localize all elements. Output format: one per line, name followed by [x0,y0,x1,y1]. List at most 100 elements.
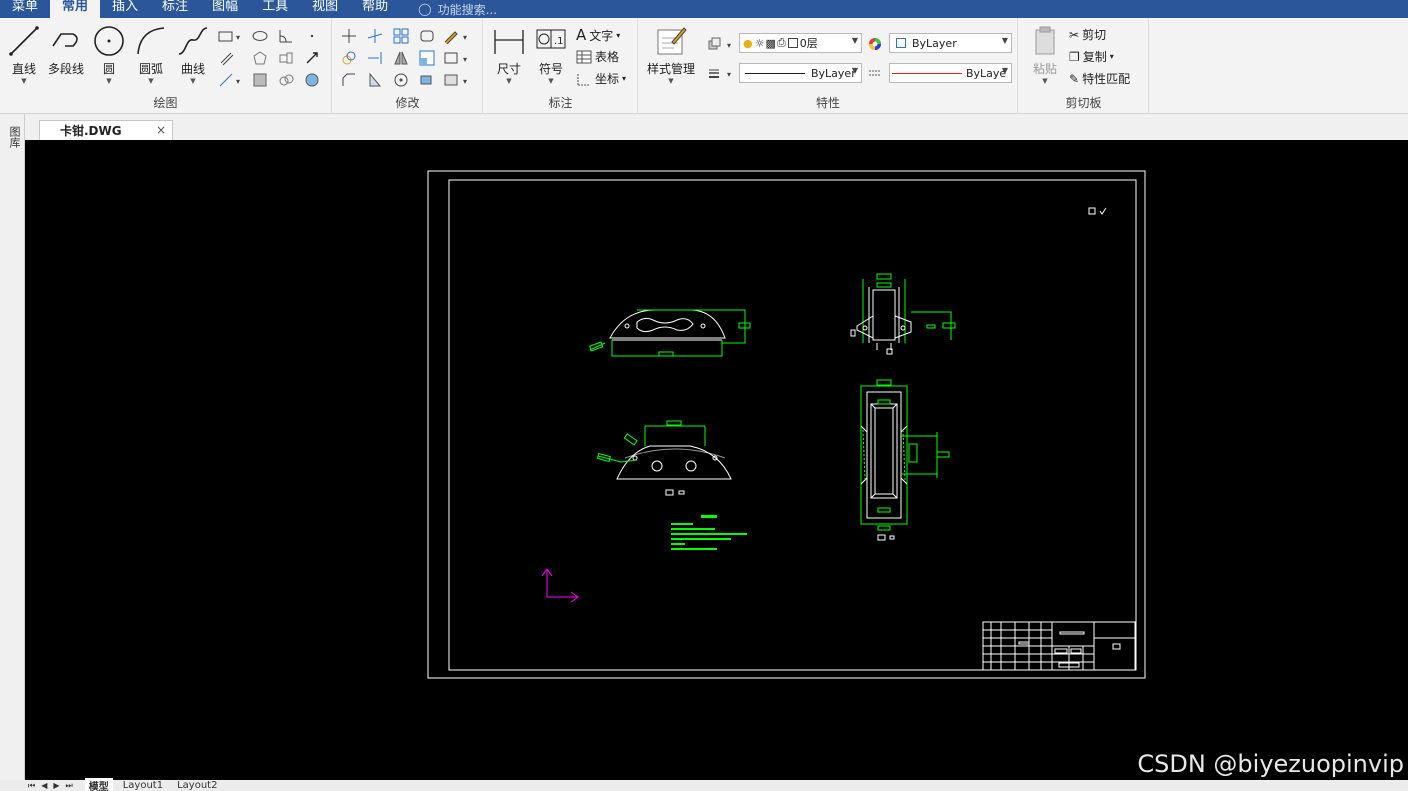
drawing-canvas[interactable]: CSDN @biyezuopinvip [25,140,1408,780]
table-tool-button[interactable]: 表格 [576,48,619,65]
color-wheel-icon[interactable] [867,36,883,52]
panel-modify: ▾ ▾ ▾ 修改 [333,18,483,114]
sheet-marker [1088,207,1107,215]
array-icon[interactable] [393,28,409,44]
angle-icon[interactable] [278,28,294,44]
table-icon [576,50,592,63]
panel-draw-title: 绘图 [153,96,178,110]
linetype-dropdown[interactable]: ByLayer ▼ [739,63,862,83]
arc-tool-button[interactable]: 圆弧 ▼ [129,24,173,85]
panel-draw: 直线 ▼ 多段线 圆 ▼ 圆弧 ▼ 曲线 ▼ ▾ ▾ 绘图 [0,18,332,114]
dimension-tool-button[interactable]: 尺寸 ▼ [487,24,531,85]
offset-icon[interactable] [419,50,435,66]
layout-nav-buttons[interactable]: ⏮◀▶⏭ [28,781,79,791]
tab-model[interactable]: 模型 [84,778,113,791]
construction-line-icon[interactable]: ▾ [218,72,244,88]
menu-bar: 菜单 常用 插入 标注 图幅 工具 视图 帮助 ◯ 功能搜索... [0,0,1408,18]
explode-icon[interactable] [419,72,435,88]
library-panel-toggle[interactable]: 图库 [6,126,22,148]
menu-annotate[interactable]: 标注 [150,0,200,18]
dimension-icon [494,30,524,54]
copy-object-icon[interactable] [341,50,357,66]
tab-layout2[interactable]: Layout2 [173,780,221,791]
close-icon[interactable]: × [156,123,166,137]
layer-dropdown[interactable]: ● ☼ ▩ ⎙ 0层 ▼ [739,33,862,53]
watermark-text: CSDN @biyezuopinvip [1137,750,1404,778]
feature-search-placeholder: 功能搜索... [437,2,498,17]
point-icon[interactable] [304,28,320,44]
layer-properties-icon[interactable]: ▾ [707,36,737,52]
fillet-icon[interactable] [419,28,435,44]
symbol-tool-button[interactable]: .1 符号 ▼ [529,24,573,85]
line-scale-icon[interactable] [867,66,883,82]
svg-text:▾: ▾ [727,70,731,79]
layout-tab-bar: ⏮◀▶⏭ 模型 Layout1 Layout2 [0,778,1408,791]
color-dropdown[interactable]: ByLayer ▼ [889,33,1012,53]
menu-view[interactable]: 视图 [300,0,350,18]
spline-icon [178,27,208,55]
lineweight-dropdown[interactable]: ByLaye ▼ [889,63,1012,83]
polyline-icon [52,33,78,47]
chamfer-icon[interactable] [341,72,357,88]
copy-icon: ❐ [1069,49,1080,64]
side-panel-strip: 图库 [0,114,25,781]
drawing-svg [427,170,1146,679]
menu-sheet[interactable]: 图幅 [200,0,250,18]
pencil-icon[interactable]: ▾ [443,28,471,44]
caret-down-icon: ▼ [190,77,196,85]
menu-insert[interactable]: 插入 [100,0,150,18]
polyline-tool-button[interactable]: 多段线 [44,24,88,77]
menu-help[interactable]: 帮助 [350,0,400,18]
stretch-icon[interactable]: ▾ [443,50,471,66]
copy-button[interactable]: ❐ 复制 ▾ [1069,48,1114,65]
cloud-icon[interactable] [278,72,294,88]
trim-icon[interactable] [367,28,383,44]
ellipse-icon[interactable] [252,28,268,44]
tab-layout1[interactable]: Layout1 [119,780,167,791]
arrow-icon[interactable] [304,50,320,66]
menu-menu[interactable]: 菜单 [0,0,50,18]
line-tool-button[interactable]: 直线 ▼ [2,24,46,85]
hatch-icon[interactable] [252,72,268,88]
region-icon[interactable] [304,72,320,88]
polygon-icon[interactable] [252,50,268,66]
menu-tools[interactable]: 工具 [250,0,300,18]
front-view [589,309,751,357]
menu-home[interactable]: 常用 [50,0,101,18]
caret-down-icon: ▼ [148,77,154,85]
paste-icon [1035,26,1055,55]
lineweight-icon[interactable]: ▾ [707,65,737,81]
scale-icon[interactable] [367,72,383,88]
document-tab-bar: 卡钳.DWG × [25,114,1408,140]
style-manager-button[interactable]: 样式管理 ▼ [645,24,697,85]
lightbulb-icon: ● [743,36,753,50]
svg-text:▾: ▾ [463,33,467,42]
rectangle-icon[interactable]: ▾ [218,28,244,44]
caret-down-icon: ▼ [506,77,512,85]
ucs-icon [541,568,579,603]
caret-down-icon: ▼ [21,77,27,85]
panel-modify-title: 修改 [395,96,420,110]
coordinate-tool-button[interactable]: 坐标 ▾ [576,70,626,87]
curve-tool-button[interactable]: 曲线 ▼ [171,24,215,85]
mirror-icon[interactable] [393,50,409,66]
double-line-icon[interactable] [218,50,234,66]
move-icon[interactable] [341,28,357,44]
block-icon[interactable] [278,50,294,66]
match-properties-button[interactable]: ✎ 特性匹配 [1069,70,1130,87]
circle-tool-button[interactable]: 圆 ▼ [87,24,131,85]
edit-icon[interactable]: ▾ [443,72,471,88]
text-tool-button[interactable]: A 文字 ▾ [576,26,620,44]
panel-properties: 样式管理 ▼ ▾ ● ☼ ▩ ⎙ 0层 ▼ ByLayer ▼ ▾ ByLaye… [639,18,1018,114]
feature-search[interactable]: ◯ 功能搜索... [418,1,497,18]
caret-down-icon: ▼ [1001,66,1008,75]
text-icon: A [576,26,587,44]
rotate-icon[interactable] [393,72,409,88]
extend-icon[interactable] [367,50,383,66]
linetype-sample [745,72,805,74]
cut-button[interactable]: ✂ 剪切 [1069,26,1106,43]
paste-button[interactable]: 粘贴 ▼ [1023,24,1067,85]
arc-icon [137,27,165,55]
document-tab[interactable]: 卡钳.DWG × [39,120,173,140]
tolerance-symbol-icon: .1 [536,29,566,49]
